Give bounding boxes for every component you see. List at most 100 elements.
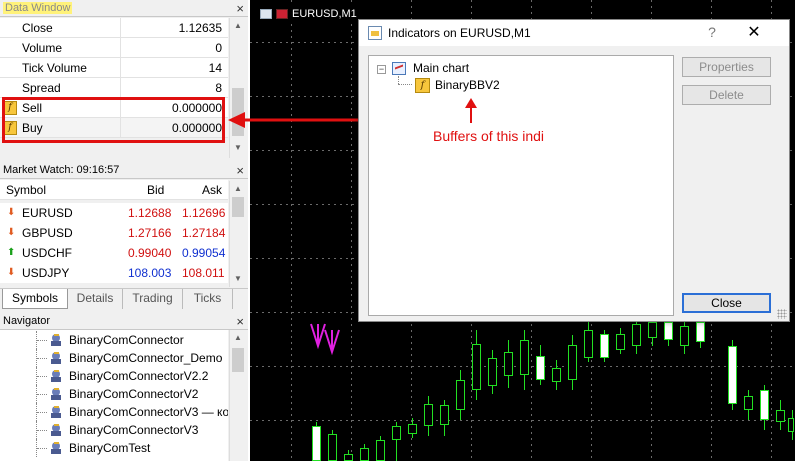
scroll-up-icon[interactable]: ▲ (230, 330, 246, 346)
data-row: Spread 8 (0, 78, 228, 98)
nav-item-label: BinaryComTest (69, 441, 151, 455)
market-row[interactable]: ⬇ USDJPY 108.003 108.011 (0, 263, 228, 283)
data-window-title: Data Window (3, 2, 73, 14)
nav-item[interactable]: BinaryComConnectorV3 (0, 421, 228, 439)
data-window-header: Data Window × (0, 0, 248, 17)
data-value: 14 (208, 61, 222, 75)
market-ask: 108.011 (182, 266, 225, 280)
market-watch-title: Market Watch: 09:16:57 (3, 164, 120, 176)
main-chart-icon (392, 62, 406, 75)
data-key: Close (0, 18, 121, 38)
arrow-down-icon: ⬇ (7, 267, 16, 278)
data-key: Volume (0, 38, 121, 58)
annotation-arrow-up-icon (465, 98, 477, 123)
market-ask: 1.27184 (182, 226, 226, 240)
tab-symbols[interactable]: Symbols (2, 289, 68, 309)
scroll-thumb[interactable] (232, 197, 244, 217)
market-bid: 1.12688 (128, 206, 172, 220)
indicator-fx-icon: f (415, 78, 430, 93)
market-bid: 1.27166 (128, 226, 172, 240)
market-symbol: GBPUSD (22, 226, 73, 240)
market-ask: 1.12696 (182, 206, 226, 220)
market-watch-columns: Symbol Bid Ask (0, 180, 228, 200)
data-window-scrollbar[interactable]: ▲ ▼ (229, 18, 247, 158)
market-watch-header: Market Watch: 09:16:57 × (0, 162, 248, 179)
market-row[interactable]: ⬇ EURUSD 1.12688 1.12696 (0, 203, 228, 223)
tab-details[interactable]: Details (68, 289, 123, 309)
market-symbol: USDCHF (22, 246, 72, 260)
nav-item[interactable]: BinaryComConnectorV2.2 (0, 367, 228, 385)
data-value: 8 (215, 81, 222, 95)
column-symbol[interactable]: Symbol (6, 180, 46, 200)
market-row[interactable]: ⬇ GBPUSD 1.27166 1.27184 (0, 223, 228, 243)
expert-advisor-icon (51, 442, 61, 454)
data-row: Close 1.12635 (0, 18, 228, 38)
market-row[interactable]: ⬆ USDCHF 0.99040 0.99054 (0, 243, 228, 263)
navigator-tree: BinaryComConnector BinaryComConnector_De… (0, 330, 228, 461)
arrow-down-icon: ⬇ (7, 207, 16, 218)
resize-grip-icon[interactable] (777, 309, 787, 319)
nav-item[interactable]: BinaryComConnectorV2 (0, 385, 228, 403)
mt4-terminal: Data Window × Close 1.12635 Volume 0 Tic… (0, 0, 795, 461)
column-bid[interactable]: Bid (147, 180, 164, 200)
highlight-box (2, 97, 225, 143)
close-icon[interactable]: ✕ (739, 20, 769, 46)
expert-advisor-icon (51, 388, 61, 400)
tab-trading[interactable]: Trading (123, 289, 183, 309)
expert-advisor-icon (51, 370, 61, 382)
arrow-up-icon: ⬆ (7, 247, 16, 258)
nav-item[interactable]: BinaryComConnector (0, 331, 228, 349)
scroll-down-icon[interactable]: ▼ (230, 271, 246, 287)
navigator-header: Navigator × (0, 313, 248, 330)
annotation-text: Buffers of this indi (433, 128, 545, 144)
tab-ticks[interactable]: Ticks (183, 289, 233, 309)
scroll-down-icon[interactable]: ▼ (230, 140, 246, 156)
chart-tab[interactable]: EURUSD,M1 (254, 6, 357, 22)
expert-advisor-icon (51, 334, 61, 346)
nav-item-label: BinaryComConnectorV3 — ко (69, 405, 228, 419)
data-key: Spread (0, 78, 121, 98)
data-row: Volume 0 (0, 38, 228, 58)
left-panel: Data Window × Close 1.12635 Volume 0 Tic… (0, 0, 248, 461)
arrow-down-icon: ⬇ (7, 227, 16, 238)
market-watch-scrollbar[interactable]: ▲ ▼ (229, 181, 247, 287)
nav-item[interactable]: BinaryComConnectorV3 — ко (0, 403, 228, 421)
indicator-tree: − Main chart f BinaryBBV2 Buffers of thi… (368, 55, 674, 316)
signal-arrows-icon (310, 323, 340, 356)
navigator-close-icon[interactable]: × (236, 313, 244, 330)
data-value: 0 (215, 41, 222, 55)
delete-button[interactable]: Delete (682, 85, 771, 105)
nav-item[interactable]: BinaryComConnector_Demo (0, 349, 228, 367)
expert-advisor-icon (51, 406, 61, 418)
data-window-close-icon[interactable]: × (236, 0, 244, 17)
nav-item-label: BinaryComConnectorV2 (69, 387, 199, 401)
chart-tab-label: EURUSD,M1 (292, 8, 357, 20)
market-watch-close-icon[interactable]: × (236, 162, 244, 179)
nav-item-label: BinaryComConnector (69, 333, 184, 347)
expert-advisor-icon (51, 424, 61, 436)
indicators-window-icon (368, 26, 382, 40)
dialog-title: Indicators on EURUSD,M1 (388, 26, 531, 40)
tree-item-main-chart[interactable]: Main chart (413, 60, 469, 77)
minimize-icon[interactable]: ? (697, 20, 727, 44)
tree-item-indicator[interactable]: BinaryBBV2 (435, 77, 500, 94)
indicators-dialog: Indicators on EURUSD,M1 ? ✕ − Main chart… (358, 19, 790, 322)
properties-button[interactable]: Properties (682, 57, 771, 77)
dialog-titlebar: Indicators on EURUSD,M1 ? ✕ (359, 20, 789, 46)
collapse-icon[interactable]: − (377, 65, 386, 74)
data-key: Tick Volume (0, 58, 121, 78)
column-ask[interactable]: Ask (202, 180, 222, 200)
nav-item-label: BinaryComConnectorV2.2 (69, 369, 209, 383)
navigator-scrollbar[interactable]: ▲ (229, 330, 247, 461)
flag-icon (276, 9, 288, 19)
nav-item[interactable]: BinaryComTest (0, 439, 228, 457)
scroll-thumb[interactable] (232, 348, 244, 372)
close-button[interactable]: Close (682, 293, 771, 313)
market-watch-tabs: Symbols Details Trading Ticks (0, 288, 248, 309)
market-bid: 0.99040 (128, 246, 172, 260)
market-ask: 0.99054 (182, 246, 226, 260)
market-symbol: EURUSD (22, 206, 73, 220)
scroll-up-icon[interactable]: ▲ (230, 181, 246, 197)
scroll-up-icon[interactable]: ▲ (230, 18, 246, 34)
data-row: Tick Volume 14 (0, 58, 228, 78)
